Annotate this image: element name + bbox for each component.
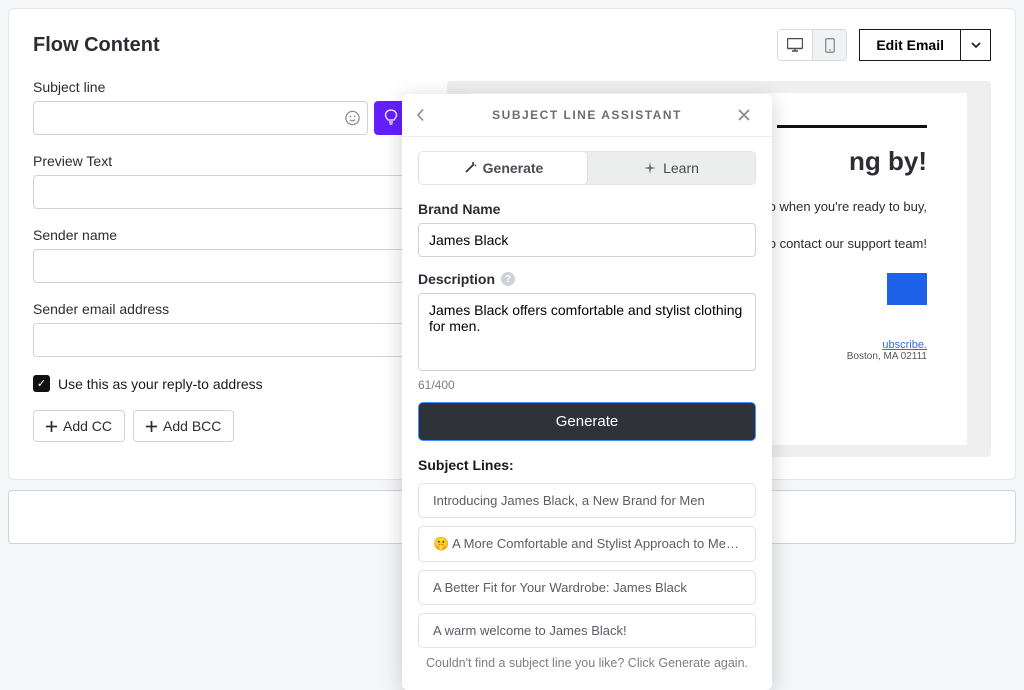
reply-to-checkbox[interactable]: ✓ xyxy=(33,375,50,392)
subject-line-assistant-popover: SUBJECT LINE ASSISTANT Generate Learn Br… xyxy=(402,94,772,690)
tab-learn[interactable]: Learn xyxy=(587,152,755,184)
popover-title: SUBJECT LINE ASSISTANT xyxy=(492,108,682,122)
chevron-down-icon xyxy=(971,42,981,48)
plus-icon xyxy=(146,421,157,432)
page-title: Flow Content xyxy=(33,34,160,57)
preview-text-input[interactable] xyxy=(33,175,408,209)
help-icon[interactable]: ? xyxy=(501,272,515,286)
brand-name-label: Brand Name xyxy=(418,201,756,217)
desktop-view-button[interactable] xyxy=(778,30,812,60)
tab-learn-label: Learn xyxy=(663,160,699,176)
reply-to-checkbox-row[interactable]: ✓ Use this as your reply-to address xyxy=(33,375,408,392)
sender-name-field-group: Sender name xyxy=(33,227,408,283)
tab-generate-label: Generate xyxy=(483,160,544,176)
chevron-left-icon xyxy=(416,109,424,122)
suggestion-item[interactable]: A Better Fit for Your Wardrobe: James Bl… xyxy=(418,570,756,605)
results-label: Subject Lines: xyxy=(418,457,756,473)
edit-email-dropdown[interactable] xyxy=(961,29,991,61)
lightbulb-icon xyxy=(384,109,398,127)
subject-input[interactable] xyxy=(33,101,368,135)
suggestion-item[interactable]: 🤫 A More Comfortable and Stylist Approac… xyxy=(418,526,756,562)
description-label: Description ? xyxy=(418,271,756,287)
preview-text-label: Preview Text xyxy=(33,153,408,169)
add-recipients-row: Add CC Add BCC xyxy=(33,410,408,442)
preview-divider xyxy=(777,125,927,128)
subject-field-group: Subject line xyxy=(33,79,408,135)
description-char-count: 61/400 xyxy=(418,378,756,392)
popover-body: Generate Learn Brand Name Description ? … xyxy=(402,137,772,674)
popover-back-button[interactable] xyxy=(416,109,436,122)
edit-email-group: Edit Email xyxy=(859,29,991,61)
sender-email-input[interactable] xyxy=(33,323,408,357)
add-bcc-button[interactable]: Add BCC xyxy=(133,410,234,442)
description-label-text: Description xyxy=(418,271,495,287)
brand-name-label-text: Brand Name xyxy=(418,201,500,217)
tab-generate[interactable]: Generate xyxy=(419,152,587,184)
sender-name-label: Sender name xyxy=(33,227,408,243)
add-bcc-label: Add BCC xyxy=(163,418,221,434)
edit-email-button[interactable]: Edit Email xyxy=(859,29,961,61)
header-actions: Edit Email xyxy=(777,29,991,61)
view-toggle xyxy=(777,29,847,61)
popover-tabs: Generate Learn xyxy=(418,151,756,185)
description-input[interactable] xyxy=(418,293,756,371)
sender-email-label: Sender email address xyxy=(33,301,408,317)
preview-text-field-group: Preview Text xyxy=(33,153,408,209)
sender-name-input[interactable] xyxy=(33,249,408,283)
desktop-icon xyxy=(787,38,803,52)
preview-cta-button xyxy=(887,273,927,305)
brand-name-input[interactable] xyxy=(418,223,756,257)
wand-icon xyxy=(463,161,477,175)
emoji-picker-button[interactable] xyxy=(345,111,360,126)
popover-close-button[interactable] xyxy=(738,109,758,121)
header-row: Flow Content Edit Email xyxy=(33,29,991,61)
sparkle-icon xyxy=(643,161,657,175)
smiley-icon xyxy=(345,111,360,126)
subject-label: Subject line xyxy=(33,79,408,95)
add-cc-label: Add CC xyxy=(63,418,112,434)
mobile-icon xyxy=(825,38,835,53)
generate-button[interactable]: Generate xyxy=(418,402,756,441)
suggestion-item[interactable]: A warm welcome to James Black! xyxy=(418,613,756,648)
mobile-view-button[interactable] xyxy=(812,30,846,60)
plus-icon xyxy=(46,421,57,432)
add-cc-button[interactable]: Add CC xyxy=(33,410,125,442)
sender-email-field-group: Sender email address xyxy=(33,301,408,357)
popover-header: SUBJECT LINE ASSISTANT xyxy=(402,94,772,137)
close-icon xyxy=(738,109,750,121)
popover-footer-text: Couldn't find a subject line you like? C… xyxy=(418,656,756,670)
form-area: Subject line Preview Text Sender name xyxy=(33,79,408,442)
reply-to-label: Use this as your reply-to address xyxy=(58,376,263,392)
suggestion-item[interactable]: Introducing James Black, a New Brand for… xyxy=(418,483,756,518)
